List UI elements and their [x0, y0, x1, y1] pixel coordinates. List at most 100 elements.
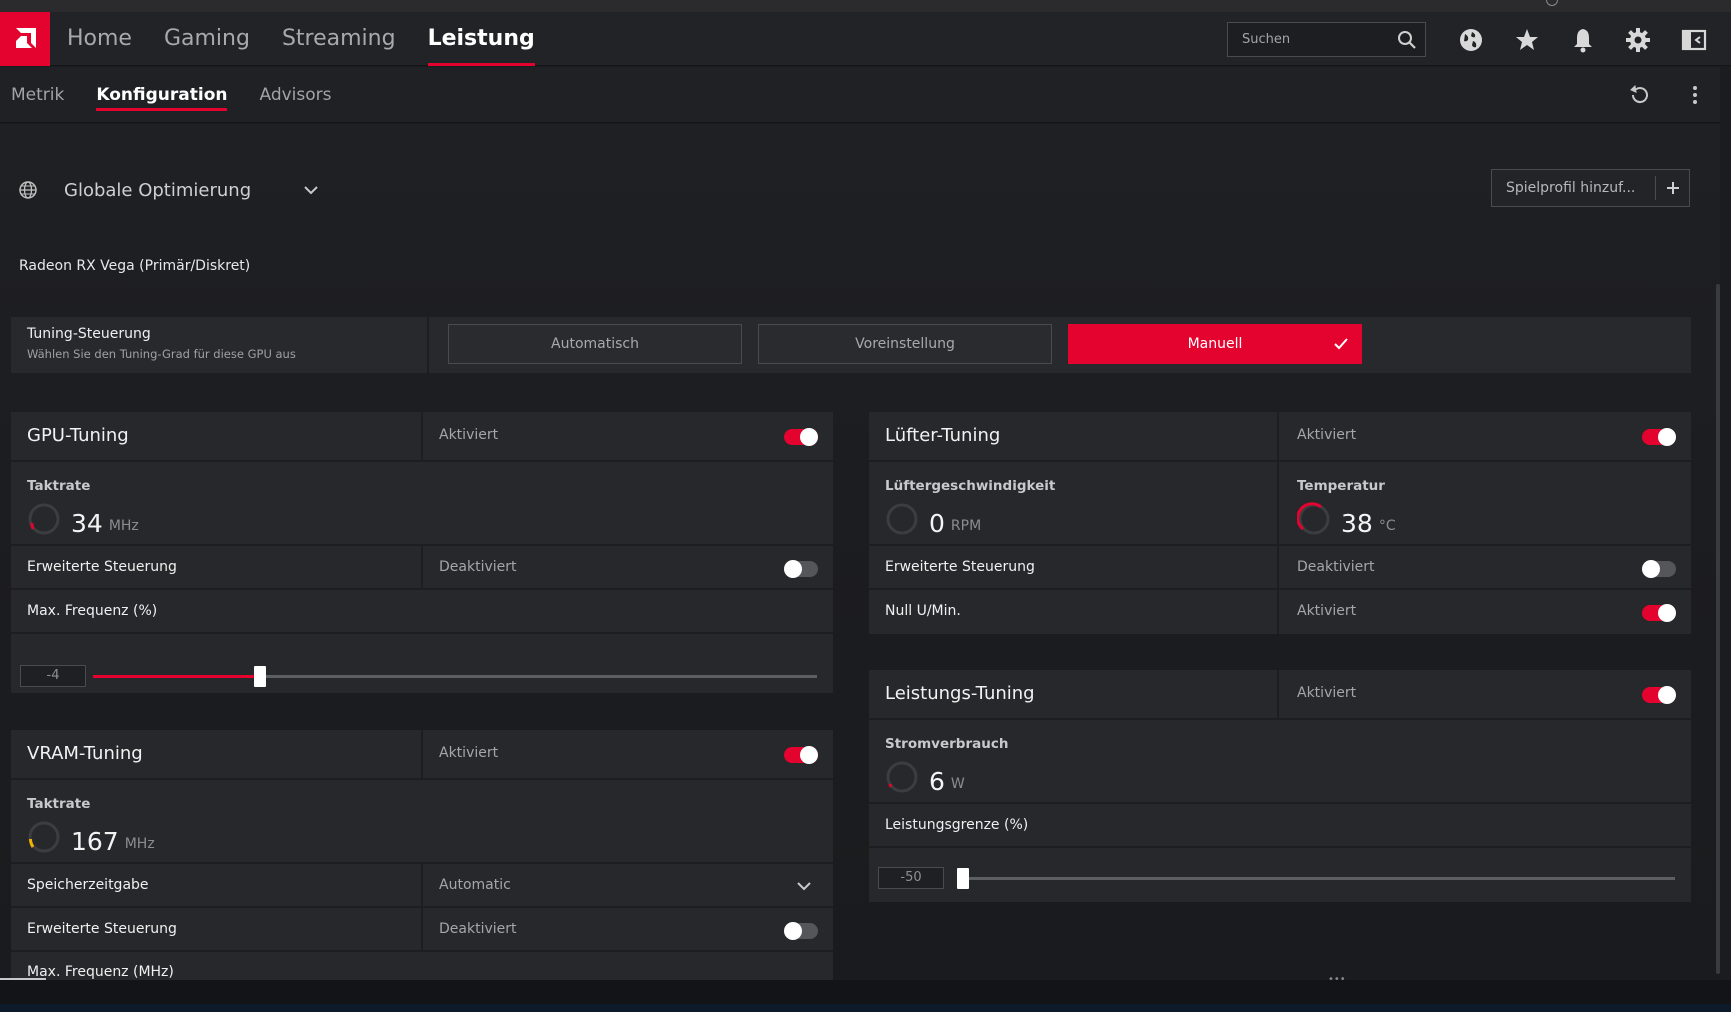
gpu-maxfreq-value[interactable]: -4	[20, 665, 86, 687]
power-limit-slider[interactable]	[957, 868, 1675, 889]
vram-advanced-toggle[interactable]	[784, 922, 818, 940]
resize-dots-icon[interactable]: •••	[1328, 974, 1346, 985]
gpu-advanced-state: Deaktiviert	[439, 559, 517, 575]
power-draw-value: 6	[929, 767, 945, 796]
nav-leistung[interactable]: Leistung	[427, 12, 535, 66]
main-nav: Home Gaming Streaming Leistung	[67, 12, 567, 66]
main-content: Globale Optimierung Spielprofil hinzuf..…	[0, 124, 1720, 980]
add-game-profile-button[interactable]: Spielprofil hinzuf...	[1491, 169, 1690, 207]
vram-advanced-state: Deaktiviert	[439, 921, 517, 937]
tuning-automatic-button[interactable]: Automatisch	[448, 324, 742, 364]
window-top-strip	[0, 0, 1731, 12]
fan-advanced-toggle[interactable]	[1642, 560, 1676, 578]
reset-icon[interactable]	[1627, 83, 1651, 107]
profile-selector[interactable]: Globale Optimierung	[18, 172, 320, 208]
vram-clock-label: Taktrate	[27, 796, 91, 812]
chevron-down-icon[interactable]	[795, 877, 813, 895]
vram-timing-dropdown[interactable]: Speicherzeitgabe Automatic	[11, 864, 833, 908]
star-icon[interactable]	[1513, 26, 1541, 54]
vram-tuning-state: Aktiviert	[439, 745, 499, 761]
power-tuning-panel: Leistungs-Tuning Aktiviert Stromverbrauc…	[869, 670, 1691, 902]
fan-speed-label: Lüftergeschwindigkeit	[885, 478, 1056, 494]
gpu-clock-value: 34	[71, 509, 103, 538]
fan-tuning-panel: Lüfter-Tuning Aktiviert Lüftergeschwindi…	[869, 412, 1691, 634]
vram-timing-value: Automatic	[439, 877, 511, 893]
gpu-advanced-toggle[interactable]	[784, 560, 818, 578]
gpu-clock-unit: MHz	[108, 518, 139, 534]
power-draw-metric: 6 W	[885, 760, 965, 794]
fan-speed-value: 0	[929, 509, 945, 538]
nav-home[interactable]: Home	[67, 12, 132, 66]
check-icon	[1334, 338, 1348, 350]
tab-bar: Metrik Konfiguration Advisors	[11, 67, 364, 123]
vram-clock-gauge-icon	[28, 821, 60, 853]
vram-advanced-label: Erweiterte Steuerung	[27, 921, 177, 937]
tuning-preset-button[interactable]: Voreinstellung	[758, 324, 1052, 364]
vram-clock-unit: MHz	[124, 836, 155, 852]
fan-advanced-label: Erweiterte Steuerung	[885, 559, 1035, 575]
globe-outline-icon	[19, 181, 37, 199]
vram-clock-metric: 167 MHz	[27, 820, 155, 854]
search-icon[interactable]	[1397, 30, 1417, 50]
power-limit-label: Leistungsgrenze (%)	[885, 817, 1029, 833]
power-tuning-title: Leistungs-Tuning	[885, 683, 1035, 704]
gpu-tuning-title: GPU-Tuning	[27, 425, 129, 446]
search-input[interactable]	[1228, 23, 1388, 56]
gpu-clock-label: Taktrate	[27, 478, 91, 494]
gpu-tuning-state: Aktiviert	[439, 427, 499, 443]
nav-streaming[interactable]: Streaming	[282, 12, 396, 66]
vram-tuning-toggle[interactable]	[784, 746, 818, 764]
zero-rpm-state: Aktiviert	[1297, 603, 1357, 619]
tuning-manual-button[interactable]: Manuell	[1068, 324, 1362, 364]
fan-speed-unit: RPM	[950, 518, 982, 534]
vram-timing-label: Speicherzeitgabe	[27, 877, 149, 893]
bell-icon[interactable]	[1569, 26, 1597, 54]
vram-clock-value: 167	[71, 827, 119, 856]
tab-metrik[interactable]: Metrik	[11, 67, 64, 123]
temperature-value: 38	[1341, 509, 1373, 538]
power-draw-gauge-icon	[886, 761, 918, 793]
scrollbar[interactable]	[1716, 284, 1720, 974]
taskbar	[0, 1004, 1731, 1012]
globe-icon[interactable]	[1457, 26, 1485, 54]
top-header: Home Gaming Streaming Leistung	[0, 12, 1731, 66]
window-icon[interactable]	[1680, 26, 1708, 54]
tab-advisors[interactable]: Advisors	[259, 67, 331, 123]
tab-konfiguration[interactable]: Konfiguration	[96, 67, 228, 123]
gpu-maxfreq-fill	[93, 675, 260, 678]
zero-rpm-label: Null U/Min.	[885, 603, 961, 619]
tuning-control: Tuning-Steuerung Wählen Sie den Tuning-G…	[11, 317, 1691, 373]
gpu-name: Radeon RX Vega (Primär/Diskret)	[19, 258, 251, 274]
gpu-maxfreq-slider[interactable]	[93, 666, 817, 687]
fan-advanced-state: Deaktiviert	[1297, 559, 1375, 575]
tuning-control-title: Tuning-Steuerung	[27, 326, 151, 342]
power-limit-thumb[interactable]	[957, 868, 969, 889]
plus-icon	[1655, 176, 1689, 200]
help-icon[interactable]	[1546, 0, 1558, 6]
search-box[interactable]	[1227, 22, 1426, 57]
fan-tuning-state: Aktiviert	[1297, 427, 1357, 443]
profile-label: Globale Optimierung	[64, 179, 252, 201]
fan-tuning-toggle[interactable]	[1642, 428, 1676, 446]
gear-icon[interactable]	[1624, 26, 1652, 54]
power-limit-value[interactable]: -50	[878, 867, 944, 889]
temperature-unit: °C	[1378, 518, 1396, 534]
chevron-down-icon[interactable]	[302, 181, 320, 199]
tuning-manual-label: Manuell	[1187, 336, 1243, 352]
gpu-clock-metric: 34 MHz	[27, 502, 139, 536]
more-icon[interactable]	[1683, 83, 1707, 107]
sub-nav: Metrik Konfiguration Advisors	[0, 67, 1720, 123]
gpu-tuning-toggle[interactable]	[784, 428, 818, 446]
zero-rpm-toggle[interactable]	[1642, 604, 1676, 622]
power-tuning-state: Aktiviert	[1297, 685, 1357, 701]
fan-speed-metric: 0 RPM	[885, 502, 981, 536]
power-tuning-toggle[interactable]	[1642, 686, 1676, 704]
gpu-maxfreq-thumb[interactable]	[253, 666, 266, 687]
amd-logo[interactable]	[0, 12, 50, 66]
tuning-control-subtitle: Wählen Sie den Tuning-Grad für diese GPU…	[27, 347, 296, 361]
vram-tuning-panel: VRAM-Tuning Aktiviert Taktrate 167 MHz S…	[11, 730, 833, 980]
fan-speed-gauge-icon	[886, 503, 918, 535]
nav-gaming[interactable]: Gaming	[164, 12, 250, 66]
amd-logo-icon	[16, 28, 36, 48]
power-draw-label: Stromverbrauch	[885, 736, 1009, 752]
